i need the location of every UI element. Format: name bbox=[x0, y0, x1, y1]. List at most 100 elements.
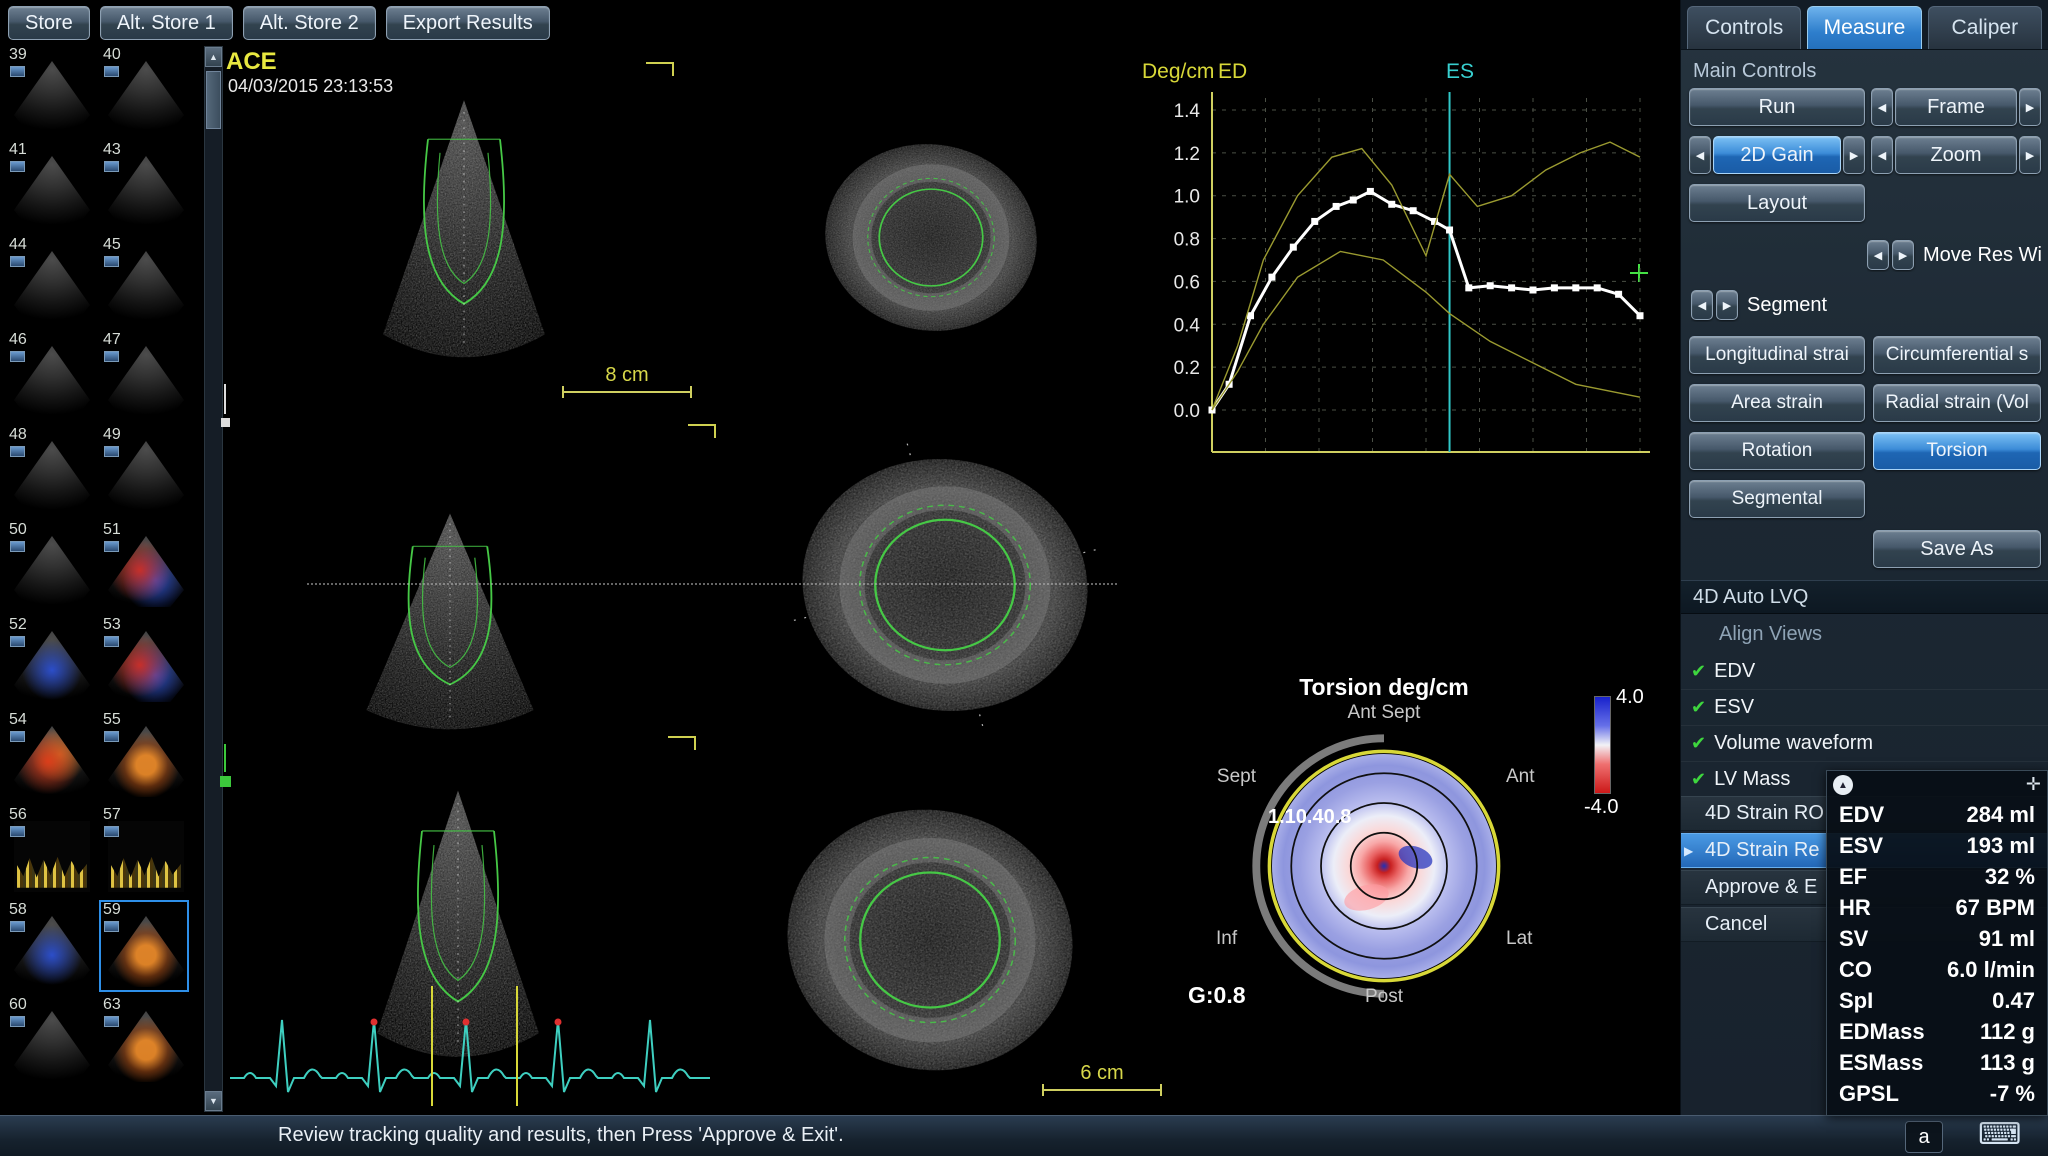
svg-text:1.2: 1.2 bbox=[1174, 144, 1200, 165]
thumbnail-image bbox=[108, 346, 184, 417]
thumbnail-53[interactable]: 53 bbox=[102, 616, 186, 704]
clip-icon bbox=[10, 541, 25, 552]
collapse-results-button[interactable]: ▲ bbox=[1833, 775, 1853, 795]
check-item-label: Volume waveform bbox=[1714, 732, 1874, 754]
thumbnail-51[interactable]: 51 bbox=[102, 521, 186, 609]
ecg-frame-marker[interactable] bbox=[431, 986, 433, 1106]
scrollbar-thumb[interactable] bbox=[206, 71, 221, 129]
result-row-esv: ESV 193 ml bbox=[1827, 830, 2047, 861]
thumbnail-number: 56 bbox=[9, 806, 27, 823]
strain-button-torsion[interactable]: Torsion bbox=[1873, 432, 2041, 470]
strain-button-area-strain[interactable]: Area strain bbox=[1689, 384, 1865, 422]
results-rows: EDV 284 ml ESV 193 ml EF 32 % HR 67 BPM SV 91 ml C… bbox=[1827, 799, 2047, 1109]
thumbnail-41[interactable]: 41 bbox=[8, 141, 92, 229]
gain-down-button[interactable]: ◀ bbox=[1689, 136, 1711, 174]
tab-controls[interactable]: Controls bbox=[1687, 6, 1802, 49]
clip-icon bbox=[104, 921, 119, 932]
check-icon: ✔ bbox=[1691, 769, 1707, 789]
thumbnail-59[interactable]: 59 bbox=[99, 900, 189, 992]
move-res-next-button[interactable]: ▶ bbox=[1892, 240, 1914, 270]
thumbnail-46[interactable]: 46 bbox=[8, 331, 92, 419]
thumbnail-57[interactable]: 57 bbox=[102, 806, 186, 894]
zoom-button[interactable]: Zoom bbox=[1895, 136, 2017, 174]
strain-button-segmental[interactable]: Segmental bbox=[1689, 480, 1865, 518]
scroll-up-button[interactable]: ▲ bbox=[205, 47, 222, 67]
clip-icon bbox=[10, 446, 25, 457]
check-item-volume-waveform[interactable]: ✔ Volume waveform bbox=[1681, 726, 2048, 762]
keyboard-layout-button[interactable]: a bbox=[1905, 1121, 1943, 1153]
check-item-edv[interactable]: ✔ EDV bbox=[1681, 654, 2048, 690]
thumbnail-49[interactable]: 49 bbox=[102, 426, 186, 514]
thumbnail-60[interactable]: 60 bbox=[8, 996, 92, 1084]
scale-ruler-bottom: 6 cm bbox=[1042, 1062, 1162, 1096]
edge-square-white bbox=[221, 418, 230, 427]
viewport-scrollbar[interactable]: ▲ ▼ bbox=[204, 46, 223, 1112]
result-value: 113 g bbox=[1979, 1049, 2035, 1075]
thumbnail-47[interactable]: 47 bbox=[102, 331, 186, 419]
keyboard-icon[interactable]: ⌨ bbox=[1978, 1117, 2021, 1152]
result-label: SV bbox=[1839, 925, 1869, 951]
move-res-prev-button[interactable]: ◀ bbox=[1867, 240, 1889, 270]
thumbnail-39[interactable]: 39 bbox=[8, 46, 92, 134]
ecg-frame-marker[interactable] bbox=[516, 986, 518, 1106]
save-as-button[interactable]: Save As bbox=[1873, 530, 2041, 568]
thumbnail-image bbox=[108, 441, 184, 512]
svg-text:1.0: 1.0 bbox=[1174, 187, 1200, 208]
toolbar-button-export-results[interactable]: Export Results bbox=[385, 6, 550, 40]
strain-button-rotation[interactable]: Rotation bbox=[1689, 432, 1865, 470]
strain-button-radial-strain-vol[interactable]: Radial strain (Vol bbox=[1873, 384, 2041, 422]
toolbar-button-alt-store-1[interactable]: Alt. Store 1 bbox=[99, 6, 233, 40]
segment-next-button[interactable]: ▶ bbox=[1716, 290, 1738, 320]
toolbar-button-alt-store-2[interactable]: Alt. Store 2 bbox=[242, 6, 376, 40]
toolbar-button-store[interactable]: Store bbox=[8, 6, 90, 40]
tab-measure[interactable]: Measure bbox=[1807, 6, 1922, 49]
scroll-down-button[interactable]: ▼ bbox=[205, 1091, 222, 1111]
clip-icon bbox=[10, 826, 25, 837]
thumbnail-image bbox=[14, 536, 90, 607]
tab-caliper[interactable]: Caliper bbox=[1927, 6, 2042, 49]
thumbnail-50[interactable]: 50 bbox=[8, 521, 92, 609]
gain-up-button[interactable]: ▶ bbox=[1843, 136, 1865, 174]
result-label: SpI bbox=[1839, 987, 1874, 1013]
edge-mark bbox=[224, 384, 226, 414]
result-label: EDV bbox=[1839, 801, 1885, 827]
torsion-color-scale bbox=[1594, 696, 1611, 794]
bullseye-global-value: G:0.8 bbox=[1188, 982, 1246, 1008]
thumbnail-48[interactable]: 48 bbox=[8, 426, 92, 514]
zoom-out-button[interactable]: ◀ bbox=[1871, 136, 1893, 174]
align-views-item[interactable]: Align Views bbox=[1681, 618, 2048, 650]
thumbnail-56[interactable]: 56 bbox=[8, 806, 92, 894]
thumbnail-number: 49 bbox=[103, 426, 121, 443]
frame-next-button[interactable]: ▶ bbox=[2019, 88, 2041, 126]
run-button[interactable]: Run bbox=[1689, 88, 1865, 126]
2d-gain-button[interactable]: 2D Gain bbox=[1713, 136, 1841, 174]
thumbnail-52[interactable]: 52 bbox=[8, 616, 92, 704]
thumbnail-43[interactable]: 43 bbox=[102, 141, 186, 229]
thumbnail-45[interactable]: 45 bbox=[102, 236, 186, 324]
thumbnail-44[interactable]: 44 bbox=[8, 236, 92, 324]
result-value: 91 ml bbox=[1978, 925, 2035, 951]
thumbnail-58[interactable]: 58 bbox=[8, 901, 92, 989]
thumbnail-55[interactable]: 55 bbox=[102, 711, 186, 799]
frame-button[interactable]: Frame bbox=[1895, 88, 2017, 126]
segment-prev-button[interactable]: ◀ bbox=[1691, 290, 1713, 320]
result-row-hr: HR 67 BPM bbox=[1827, 892, 2047, 923]
thumbnail-40[interactable]: 40 bbox=[102, 46, 186, 134]
lvq-section-header: 4D Auto LVQ bbox=[1681, 580, 2048, 614]
result-label: HR bbox=[1839, 894, 1871, 920]
move-results-icon[interactable]: ✛ bbox=[2026, 774, 2041, 795]
result-row-edv: EDV 284 ml bbox=[1827, 799, 2047, 830]
chart-ed-label: ED bbox=[1218, 60, 1248, 83]
thumbnail-63[interactable]: 63 bbox=[102, 996, 186, 1084]
clip-icon bbox=[10, 921, 25, 932]
strain-button-longitudinal-strai[interactable]: Longitudinal strai bbox=[1689, 336, 1865, 374]
scale-ruler-top: 8 cm bbox=[562, 364, 692, 398]
thumbnail-number: 53 bbox=[103, 616, 121, 633]
strain-button-circumferential-s[interactable]: Circumferential s bbox=[1873, 336, 2041, 374]
thumbnail-54[interactable]: 54 bbox=[8, 711, 92, 799]
bullseye-segment-values: 1.10.40.8 bbox=[1268, 806, 1352, 828]
check-item-esv[interactable]: ✔ ESV bbox=[1681, 690, 2048, 726]
zoom-in-button[interactable]: ▶ bbox=[2019, 136, 2041, 174]
layout-button[interactable]: Layout bbox=[1689, 184, 1865, 222]
frame-prev-button[interactable]: ◀ bbox=[1871, 88, 1893, 126]
